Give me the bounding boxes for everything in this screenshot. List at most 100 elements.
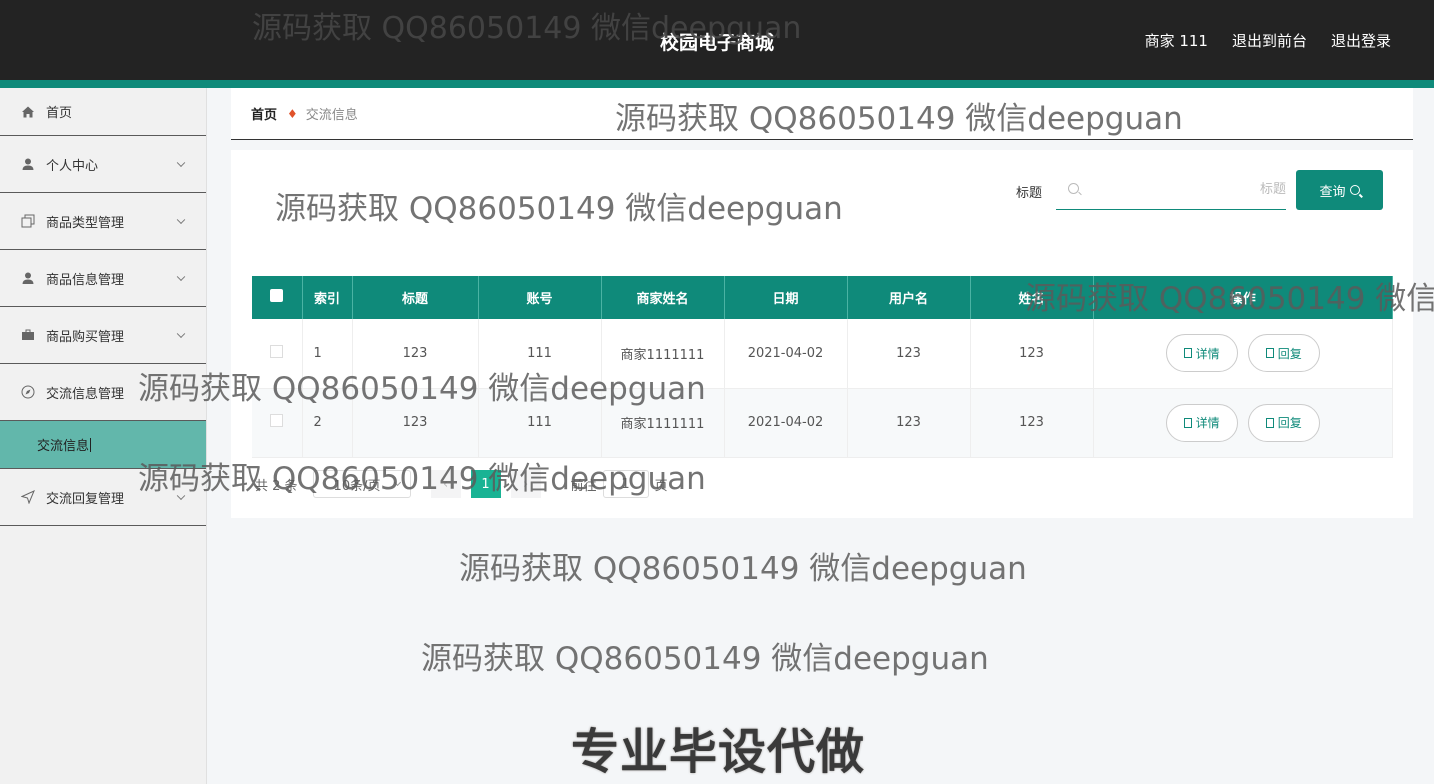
detail-button[interactable]: 详情 — [1165, 403, 1238, 442]
merchant-account-link[interactable]: 商家 111 — [1145, 30, 1208, 51]
table-row: 2 123 111 商家1111111 2021-04-02 123 123 详… — [252, 388, 1393, 458]
sidebar-item-label: 商品购买管理 — [46, 329, 125, 345]
copy-icon — [20, 213, 36, 229]
cell-username: 123 — [847, 319, 971, 389]
cell-title: 123 — [352, 388, 479, 458]
compass-icon — [20, 384, 36, 400]
watermark-text: 源码获取 QQ86050149 微信deepguan — [421, 641, 989, 677]
pagination: 共 2 条 10条/页 ‹ 1 › 前往 页 — [255, 470, 668, 498]
chevron-down-icon — [176, 272, 186, 282]
cell-merchant: 商家1111111 — [601, 388, 725, 458]
cell-date: 2021-04-02 — [724, 319, 848, 389]
column-header: 用户名 — [847, 276, 971, 319]
column-header: 标题 — [352, 276, 479, 319]
sidebar-item-label: 商品类型管理 — [46, 215, 125, 231]
exit-to-frontend-link[interactable]: 退出到前台 — [1232, 30, 1307, 51]
row-checkbox[interactable] — [270, 414, 284, 427]
query-button-label: 查询 — [1319, 184, 1346, 200]
sidebar-subitem-messages[interactable]: 交流信息 — [0, 421, 206, 469]
column-header: 操作 — [1093, 276, 1393, 319]
messages-table: 索引 标题 账号 商家姓名 日期 用户名 姓名 操作 1 123 111 商家1… — [252, 276, 1393, 458]
search-icon — [1068, 183, 1079, 194]
sidebar-item-message-mgmt[interactable]: 交流信息管理 — [0, 364, 206, 421]
send-icon — [20, 489, 36, 505]
sidebar-item-label: 商品信息管理 — [46, 272, 125, 288]
chevron-down-icon — [393, 478, 401, 487]
row-checkbox[interactable] — [270, 344, 284, 358]
row-checkbox-cell[interactable] — [252, 319, 303, 389]
detail-button[interactable]: 详情 — [1165, 334, 1238, 373]
page-number-button[interactable]: 1 — [470, 470, 501, 498]
document-icon — [1265, 417, 1274, 428]
column-header: 商家姓名 — [601, 276, 725, 319]
row-checkbox-cell[interactable] — [252, 388, 303, 458]
document-icon — [1183, 348, 1192, 359]
reply-button[interactable]: 回复 — [1247, 334, 1320, 373]
column-header: 日期 — [724, 276, 848, 319]
select-all-checkbox-cell[interactable] — [252, 276, 303, 319]
goto-suffix: 页 — [654, 478, 668, 494]
breadcrumb-separator-icon: ♦ — [287, 106, 298, 121]
cell-date: 2021-04-02 — [724, 388, 848, 458]
cell-merchant: 商家1111111 — [601, 319, 725, 389]
cell-actions: 详情 回复 — [1093, 319, 1393, 389]
home-icon — [20, 104, 36, 120]
briefcase-icon — [20, 327, 36, 343]
cell-title: 123 — [352, 319, 479, 389]
sidebar-item-reply-mgmt[interactable]: 交流回复管理 — [0, 469, 206, 526]
cell-actions: 详情 回复 — [1093, 388, 1393, 458]
select-all-checkbox[interactable] — [270, 289, 284, 302]
sidebar-item-home[interactable]: 首页 — [0, 88, 206, 136]
sidebar: 首页 个人中心 商品类型管理 商品信息管理 商品购买管理 交流信息管理 交流信息… — [0, 88, 207, 784]
document-icon — [1265, 348, 1274, 359]
sidebar-item-label: 交流信息管理 — [46, 386, 125, 402]
search-field[interactable] — [1056, 170, 1286, 210]
sidebar-item-label: 交流回复管理 — [46, 491, 125, 507]
detail-button-label: 详情 — [1195, 346, 1220, 361]
header-stripe — [0, 80, 1434, 88]
reply-button[interactable]: 回复 — [1247, 403, 1320, 442]
sidebar-item-label: 个人中心 — [46, 158, 99, 174]
breadcrumb: 首页 ♦ 交流信息 — [231, 88, 1413, 140]
table-row: 1 123 111 商家1111111 2021-04-02 123 123 详… — [252, 319, 1393, 389]
column-header: 索引 — [302, 276, 353, 319]
goto-page-input[interactable] — [602, 470, 649, 498]
watermark-text: 源码获取 QQ86050149 微信deepguan — [459, 551, 1027, 587]
user-icon — [20, 156, 36, 172]
sidebar-subitem-label: 交流信息 — [37, 439, 90, 454]
page-size-select[interactable]: 10条/页 — [312, 470, 411, 498]
prev-page-button[interactable]: ‹ — [430, 470, 461, 498]
pagination-total: 共 2 条 — [255, 478, 298, 494]
cell-index: 1 — [302, 319, 353, 389]
page-size-value: 10条/页 — [333, 478, 381, 494]
cell-account: 111 — [478, 319, 602, 389]
chevron-down-icon — [176, 491, 186, 501]
column-header: 姓名 — [970, 276, 1094, 319]
search-input[interactable] — [1086, 182, 1286, 197]
breadcrumb-current: 交流信息 — [305, 108, 358, 123]
breadcrumb-home[interactable]: 首页 — [251, 104, 277, 123]
reply-button-label: 回复 — [1277, 346, 1302, 361]
cell-account: 111 — [478, 388, 602, 458]
logout-link[interactable]: 退出登录 — [1331, 30, 1391, 51]
chevron-down-icon — [176, 329, 186, 339]
top-header: 校园电子商城 商家 111 退出到前台 退出登录 — [0, 0, 1434, 80]
sidebar-item-purchase-mgmt[interactable]: 商品购买管理 — [0, 307, 206, 364]
user-icon — [20, 270, 36, 286]
search-icon — [1349, 185, 1360, 195]
reply-button-label: 回复 — [1277, 416, 1302, 430]
watermark-banner: 专业毕设代做 — [570, 723, 866, 781]
next-page-button[interactable]: › — [510, 470, 541, 498]
sidebar-item-product-mgmt[interactable]: 商品信息管理 — [0, 250, 206, 307]
goto-prefix: 前往 — [570, 478, 597, 494]
chevron-down-icon — [176, 215, 186, 225]
sidebar-item-label: 首页 — [46, 106, 73, 121]
cell-name: 123 — [970, 388, 1094, 458]
detail-button-label: 详情 — [1195, 416, 1220, 430]
cell-username: 123 — [847, 388, 971, 458]
sidebar-item-category-mgmt[interactable]: 商品类型管理 — [0, 193, 206, 250]
header-links: 商家 111 退出到前台 退出登录 — [1145, 30, 1391, 51]
sidebar-item-personal-center[interactable]: 个人中心 — [0, 136, 206, 193]
query-button[interactable]: 查询 — [1296, 170, 1383, 210]
main-panel: 标题 查询 索引 标题 账号 商家姓名 日期 用户名 姓名 操作 1 — [231, 150, 1413, 518]
